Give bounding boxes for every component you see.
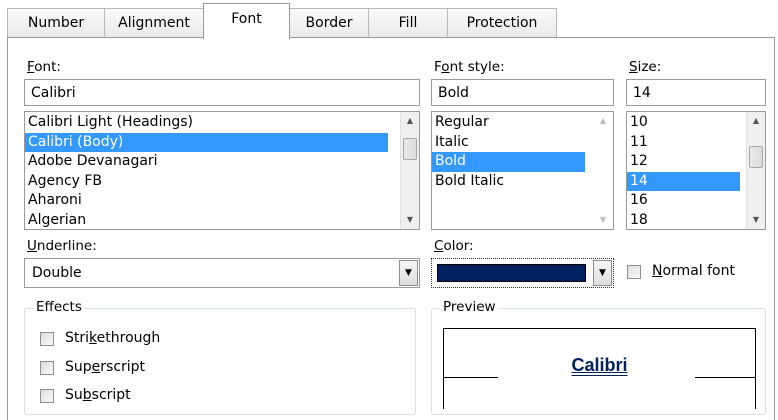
subscript-label: Subscript	[65, 387, 131, 403]
font-label: Font:	[27, 59, 61, 75]
size-list-items: 10 11 12 14 16 18	[627, 112, 765, 230]
subscript-label-a: Su	[65, 387, 83, 403]
tab-label: Fill	[398, 15, 418, 31]
font-list-items: Calibri Light (Headings) Calibri (Body) Ad…	[25, 112, 419, 230]
size-label-accel: S	[629, 59, 638, 75]
dropdown-arrow-icon[interactable]: ▼	[399, 260, 418, 286]
list-item[interactable]: Bold Italic	[432, 172, 585, 192]
superscript-accel: e	[91, 359, 101, 375]
color-swatch	[437, 264, 586, 282]
list-item[interactable]: 12	[627, 152, 740, 172]
list-item[interactable]: Italic	[432, 133, 585, 153]
strikethrough-label: Strikethrough	[65, 330, 160, 346]
tab-label: Alignment	[118, 15, 190, 31]
font-list-scrollbar[interactable]: ▲ ▼	[400, 112, 419, 229]
size-input[interactable]: 14	[626, 79, 766, 106]
superscript-label-a: Sup	[65, 359, 92, 375]
size-list-scrollbar[interactable]: ▲ ▼	[746, 112, 765, 229]
list-item[interactable]: Regular	[432, 113, 585, 133]
superscript-label: Superscript	[65, 359, 145, 375]
scroll-up-icon[interactable]: ▲	[401, 112, 419, 130]
normal-font-accel: N	[652, 263, 663, 279]
size-list[interactable]: 10 11 12 14 16 18 ▲ ▼	[626, 111, 766, 230]
font-style-list-scrollbar[interactable]: ▲ ▼	[594, 112, 613, 229]
underline-label: Underline:	[27, 238, 97, 254]
strikethrough-checkbox[interactable]	[40, 332, 54, 346]
list-item[interactable]: Calibri Light (Headings)	[25, 113, 388, 133]
font-list[interactable]: Calibri Light (Headings) Calibri (Body) Ad…	[24, 111, 420, 230]
font-style-label: Font style:	[434, 59, 505, 75]
preview-sample: Calibri	[443, 355, 756, 376]
size-label: Size:	[629, 59, 661, 75]
tab-label: Font	[231, 11, 262, 27]
size-label-rest: ize:	[637, 59, 662, 75]
subscript-label-b: script	[91, 387, 131, 403]
preview-sample-text: Calibri	[571, 355, 628, 375]
color-combo[interactable]: ▼	[431, 258, 614, 288]
scroll-up-icon[interactable]: ▲	[747, 112, 765, 130]
color-label-rest: olor:	[443, 238, 474, 254]
scroll-thumb[interactable]	[403, 138, 417, 160]
strikethrough-label-a: Stri	[65, 330, 90, 346]
normal-font-label: Normal font	[652, 263, 735, 279]
underline-label-accel: U	[27, 238, 37, 254]
underline-value: Double	[32, 265, 82, 281]
tab-font[interactable]: Font	[203, 3, 290, 39]
subscript-accel: b	[82, 387, 92, 403]
effects-title: Effects	[33, 299, 85, 315]
subscript-checkbox[interactable]	[40, 389, 54, 403]
tab-label: Number	[27, 15, 85, 31]
tab-label: Border	[305, 15, 353, 31]
font-style-label-rest: nt style:	[449, 59, 505, 75]
list-item[interactable]: Bold	[432, 152, 585, 172]
scroll-up-icon[interactable]: ▲	[594, 112, 612, 130]
superscript-label-b: rscript	[100, 359, 146, 375]
font-style-input[interactable]: Bold	[431, 79, 614, 106]
list-item[interactable]: 14	[627, 171, 740, 191]
underline-combo[interactable]: Double ▼	[24, 258, 420, 288]
color-label: Color:	[434, 238, 474, 254]
strikethrough-accel: k	[89, 330, 97, 346]
tab-fill[interactable]: Fill	[368, 8, 448, 38]
dropdown-arrow-icon[interactable]: ▼	[593, 260, 612, 286]
preview-baseline-right	[695, 377, 756, 378]
tab-label: Protection	[466, 15, 538, 31]
normal-font-label-rest: ormal font	[662, 263, 735, 279]
font-label-rest: ont:	[34, 59, 61, 75]
list-item[interactable]: 11	[627, 133, 740, 153]
scroll-down-icon[interactable]: ▼	[594, 211, 612, 229]
list-item[interactable]: Algerian	[25, 211, 388, 230]
tab-alignment[interactable]: Alignment	[104, 8, 204, 38]
tab-number[interactable]: Number	[7, 8, 105, 38]
scroll-down-icon[interactable]: ▼	[401, 211, 419, 229]
font-style-label-accel: o	[441, 59, 450, 75]
list-item[interactable]: 10	[627, 113, 740, 133]
list-item[interactable]: Calibri (Body)	[25, 132, 388, 152]
tab-protection[interactable]: Protection	[447, 8, 557, 38]
scroll-down-icon[interactable]: ▼	[747, 211, 765, 229]
strikethrough-label-b: ethrough	[96, 330, 161, 346]
font-input[interactable]: Calibri	[24, 79, 420, 106]
list-item[interactable]: Adobe Devanagari	[25, 152, 388, 172]
normal-font-checkbox[interactable]	[627, 265, 641, 279]
list-item[interactable]: 16	[627, 191, 740, 211]
list-item[interactable]: Aharoni	[25, 191, 388, 211]
preview-baseline-left	[443, 377, 498, 378]
preview-title: Preview	[440, 299, 499, 315]
list-item[interactable]: 18	[627, 211, 740, 230]
scroll-thumb[interactable]	[749, 146, 763, 168]
font-style-list-items: Regular Italic Bold Bold Italic	[432, 112, 613, 191]
underline-label-rest: nderline:	[36, 238, 97, 254]
list-item[interactable]: Agency FB	[25, 172, 388, 192]
font-style-list[interactable]: Regular Italic Bold Bold Italic ▲ ▼	[431, 111, 614, 230]
tab-border[interactable]: Border	[289, 8, 369, 38]
superscript-checkbox[interactable]	[40, 361, 54, 375]
